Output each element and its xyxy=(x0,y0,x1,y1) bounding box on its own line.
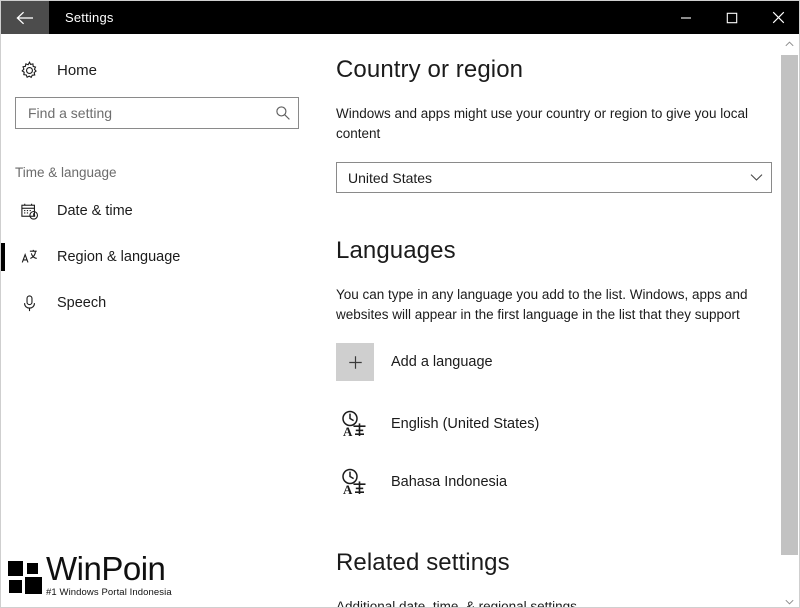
title-bar: Settings xyxy=(1,1,799,34)
sidebar-item-label: Date & time xyxy=(57,203,133,219)
country-dropdown[interactable]: United States xyxy=(336,162,772,193)
close-button[interactable] xyxy=(755,1,799,34)
language-region-icon xyxy=(15,248,43,267)
minimize-button[interactable] xyxy=(663,1,709,34)
search-input[interactable]: Find a setting xyxy=(15,97,299,129)
languages-section-title: Languages xyxy=(336,237,456,264)
vertical-scrollbar[interactable] xyxy=(781,34,798,608)
country-description: Windows and apps might use your country … xyxy=(336,106,748,141)
svg-text:A: A xyxy=(343,482,353,497)
sidebar-home-label: Home xyxy=(57,61,98,79)
main-content: Country or region Windows and apps might… xyxy=(321,34,799,607)
content-inner: Country or region Windows and apps might… xyxy=(336,34,773,607)
language-pack-icon: A xyxy=(336,405,374,443)
language-pack-icon: A xyxy=(336,463,374,501)
sidebar-item-label: Region & language xyxy=(57,249,181,265)
chevron-up-icon xyxy=(785,34,794,52)
sidebar-item-speech[interactable]: Speech xyxy=(1,280,321,326)
language-list-item[interactable]: A English (United States) xyxy=(336,405,539,443)
sidebar-nav-list: Date & time Region & language Speech xyxy=(1,188,321,326)
language-list-item-label: English (United States) xyxy=(391,416,540,432)
country-dropdown-value: United States xyxy=(348,169,433,186)
window-title: Settings xyxy=(65,10,114,25)
chevron-down-icon xyxy=(785,592,794,608)
related-section-title: Related settings xyxy=(336,549,510,576)
back-arrow-icon xyxy=(16,11,34,25)
related-settings-link[interactable]: Additional date, time, & regional settin… xyxy=(336,599,773,607)
settings-window: Settings Home Find a setting Time & lang… xyxy=(0,0,800,608)
calendar-clock-icon xyxy=(15,202,43,221)
sidebar-item-date-time[interactable]: Date & time xyxy=(1,188,321,234)
svg-text:A: A xyxy=(343,424,353,439)
sidebar: Home Find a setting Time & language Date… xyxy=(1,34,321,607)
sidebar-item-region-language[interactable]: Region & language xyxy=(1,234,321,280)
sidebar-group-header: Time & language xyxy=(15,165,117,180)
scrollbar-track[interactable] xyxy=(781,51,798,592)
sidebar-item-label: Speech xyxy=(57,295,107,311)
language-list-item-label: Bahasa Indonesia xyxy=(391,474,508,490)
scroll-down-button[interactable] xyxy=(781,592,798,608)
gear-icon xyxy=(15,60,43,80)
add-language-button[interactable]: Add a language xyxy=(336,343,493,381)
chevron-down-icon xyxy=(741,173,771,182)
language-list-item[interactable]: A Bahasa Indonesia xyxy=(336,463,507,501)
scroll-up-button[interactable] xyxy=(781,34,798,51)
sidebar-item-home[interactable]: Home xyxy=(15,55,321,85)
maximize-button[interactable] xyxy=(709,1,755,34)
country-section-title: Country or region xyxy=(336,56,524,83)
minimize-icon xyxy=(680,12,692,24)
close-icon xyxy=(772,11,785,24)
back-button[interactable] xyxy=(1,1,49,34)
maximize-icon xyxy=(726,12,738,24)
search-placeholder: Find a setting xyxy=(28,105,113,121)
plus-icon xyxy=(336,343,374,381)
languages-description: You can type in any language you add to … xyxy=(336,287,748,322)
selection-indicator xyxy=(1,243,5,271)
window-controls xyxy=(663,1,799,34)
microphone-icon xyxy=(15,294,43,313)
add-language-label: Add a language xyxy=(391,354,493,370)
search-icon[interactable] xyxy=(268,105,298,121)
scrollbar-thumb[interactable] xyxy=(781,55,798,555)
